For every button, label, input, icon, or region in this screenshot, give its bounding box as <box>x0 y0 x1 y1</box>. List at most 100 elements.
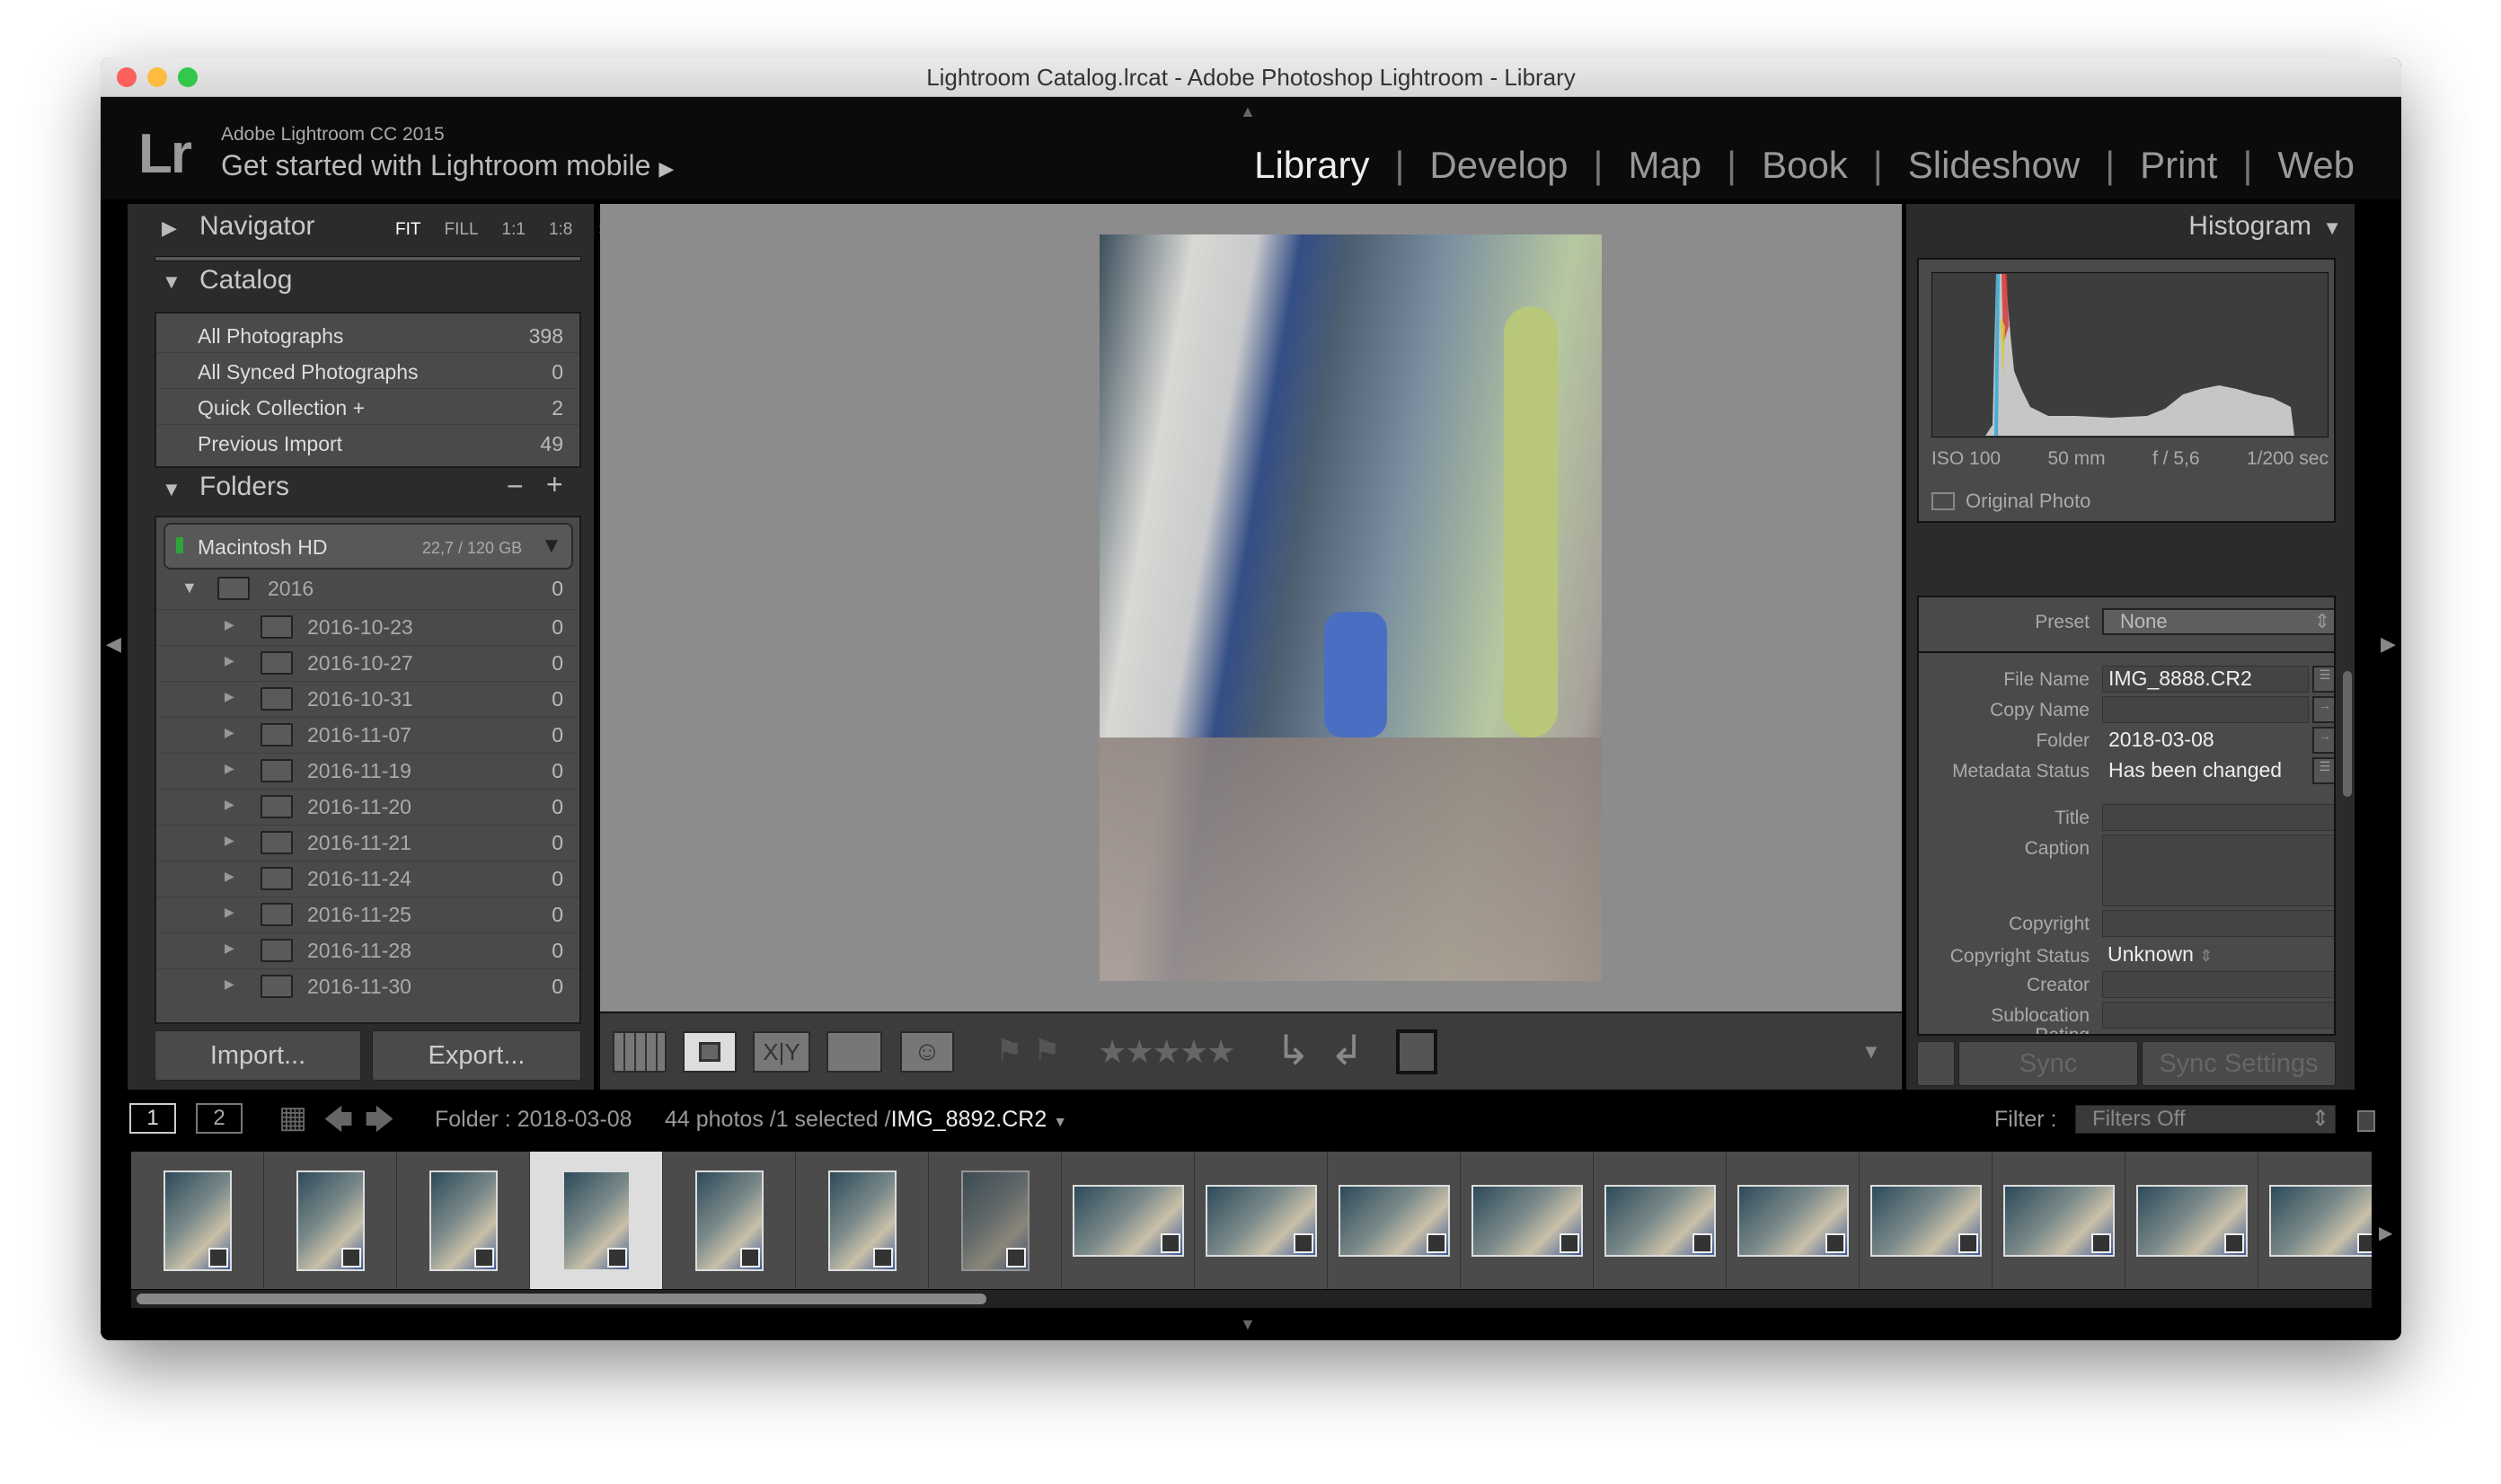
star-rating[interactable]: ★★★★★ <box>1098 1033 1235 1071</box>
expand-icon[interactable]: ▶ <box>225 797 234 812</box>
catalog-header[interactable]: Catalog <box>199 265 292 296</box>
module-slideshow[interactable]: Slideshow <box>1883 144 2105 187</box>
list-icon[interactable]: ☰ <box>2312 666 2334 693</box>
folder-2016[interactable]: ▼ 2016 0 <box>156 573 579 607</box>
folder-item[interactable]: ▶ 2016-11-24 0 <box>156 861 579 895</box>
filmstrip-thumbnail[interactable] <box>1461 1152 1594 1289</box>
creator-field[interactable] <box>2102 971 2334 998</box>
sync-button[interactable]: Sync <box>1958 1041 2138 1086</box>
original-photo-checkbox[interactable]: Original Photo <box>1931 490 2090 513</box>
expand-icon[interactable]: ▶ <box>225 653 234 668</box>
selection-info[interactable]: 44 photos /1 selected /IMG_8892.CR2 ▼ <box>665 1107 1067 1133</box>
grid-icon[interactable]: ▦ <box>278 1100 307 1135</box>
loupe-view-button[interactable] <box>683 1031 737 1073</box>
filmstrip-scroll-track[interactable] <box>131 1290 2372 1308</box>
navigator-header[interactable]: Navigator <box>199 211 314 242</box>
export-button[interactable]: Export... <box>372 1030 581 1081</box>
filmstrip-thumbnail[interactable] <box>1993 1152 2125 1289</box>
filmstrip-thumbnail[interactable] <box>1062 1152 1195 1289</box>
expand-icon[interactable]: ▶ <box>225 976 234 992</box>
filmstrip-thumbnail[interactable] <box>1195 1152 1328 1289</box>
catalog-item[interactable]: Previous Import 49 <box>156 427 579 461</box>
preset-select[interactable]: None ⇕ <box>2102 608 2334 635</box>
collapse-histogram-icon[interactable]: ▼ <box>2322 216 2342 240</box>
source-folder[interactable]: Folder : 2018-03-08 <box>435 1107 632 1133</box>
checkbox-icon[interactable] <box>1931 492 1955 510</box>
grid-view-button[interactable] <box>613 1031 667 1073</box>
sync-settings-button[interactable]: Sync Settings <box>2142 1041 2336 1086</box>
toolbar-menu-icon[interactable]: ▼ <box>1861 1040 1881 1064</box>
filmstrip-thumbnail[interactable] <box>264 1152 397 1289</box>
expand-icon[interactable]: ▶ <box>225 689 234 704</box>
expand-icon[interactable]: ▶ <box>225 761 234 776</box>
folder-item[interactable]: ▶ 2016-10-31 0 <box>156 681 579 715</box>
import-button[interactable]: Import... <box>155 1030 361 1081</box>
forward-arrow-icon[interactable]: 🡆 <box>365 1100 394 1148</box>
loupe-view[interactable] <box>600 204 1902 1011</box>
filmstrip-thumbnail-selected[interactable] <box>530 1152 663 1289</box>
filter-select[interactable]: Filters Off ⇕ <box>2075 1105 2336 1134</box>
metadata-field[interactable] <box>2102 696 2309 723</box>
zoom-1-8[interactable]: 1:8 <box>549 220 572 241</box>
remove-folder-button[interactable]: − <box>507 470 524 503</box>
filmstrip-thumbnail[interactable] <box>2125 1152 2258 1289</box>
copyright-status-select[interactable]: Unknown ⇕ <box>2108 942 2213 967</box>
go-to-arrow-icon[interactable]: → <box>2312 696 2334 723</box>
module-develop[interactable]: Develop <box>1404 144 1593 187</box>
folder-item[interactable]: ▶ 2016-11-07 0 <box>156 717 579 751</box>
title-field[interactable] <box>2102 804 2334 831</box>
sublocation-field[interactable] <box>2102 1002 2334 1029</box>
catalog-item[interactable]: All Photographs 398 <box>156 319 579 353</box>
metadata-field[interactable]: IMG_8888.CR2 <box>2102 666 2309 693</box>
folder-item[interactable]: ▶ 2016-11-25 0 <box>156 897 579 931</box>
sync-toggle[interactable] <box>1917 1041 1955 1086</box>
filmstrip-thumbnail[interactable] <box>1594 1152 1727 1289</box>
compare-view-button[interactable]: X|Y <box>753 1031 810 1073</box>
catalog-item[interactable]: All Synced Photographs 0 <box>156 355 579 389</box>
filmstrip-scrollbar[interactable] <box>137 1294 986 1304</box>
filmstrip-thumbnail[interactable] <box>397 1152 530 1289</box>
folder-item[interactable]: ▶ 2016-10-27 0 <box>156 645 579 679</box>
right-panel-toggle-icon[interactable]: ▶ <box>2381 632 2396 656</box>
expand-icon[interactable]: ▶ <box>225 617 234 632</box>
collapse-navigator-icon[interactable]: ▶ <box>162 216 177 240</box>
filmstrip-thumbnail[interactable] <box>2258 1152 2372 1289</box>
close-button[interactable] <box>117 67 137 87</box>
list-icon[interactable]: ☰ <box>2312 757 2334 784</box>
filmstrip-thumbnail[interactable] <box>663 1152 796 1289</box>
filter-lock-icon[interactable] <box>2357 1110 2375 1132</box>
folder-item[interactable]: ▶ 2016-11-20 0 <box>156 789 579 823</box>
filmstrip-thumbnail[interactable] <box>796 1152 929 1289</box>
filmstrip-thumbnail[interactable] <box>1727 1152 1860 1289</box>
people-view-button[interactable]: ☺ <box>900 1031 954 1073</box>
metadata-field[interactable]: Has been changed <box>2102 757 2309 784</box>
go-to-arrow-icon[interactable]: → <box>2312 727 2334 754</box>
module-print[interactable]: Print <box>2115 144 2242 187</box>
bottom-panel-toggle-icon[interactable]: ▼ <box>1240 1315 1256 1334</box>
expand-icon[interactable]: ▶ <box>225 869 234 884</box>
filmstrip-thumbnail[interactable] <box>1328 1152 1461 1289</box>
module-web[interactable]: Web <box>2252 144 2380 187</box>
flag-icon[interactable]: ⚑ <box>995 1033 1022 1069</box>
rotate-left-icon[interactable]: ↳ <box>1276 1026 1311 1074</box>
metadata-field[interactable]: 2018-03-08 <box>2102 727 2309 754</box>
add-folder-button[interactable]: + <box>546 468 563 501</box>
crop-people-icon[interactable] <box>1396 1029 1437 1074</box>
folders-header[interactable]: Folders <box>199 472 289 502</box>
module-library[interactable]: Library <box>1229 144 1394 187</box>
top-panel-toggle-icon[interactable]: ▲ <box>1240 102 1256 121</box>
copyright-field[interactable] <box>2102 910 2334 937</box>
folder-item[interactable]: ▶ 2016-11-28 0 <box>156 932 579 967</box>
reject-flag-icon[interactable]: ⚑ <box>1033 1033 1060 1069</box>
filmstrip-thumbnail[interactable] <box>131 1152 264 1289</box>
left-panel-toggle-icon[interactable]: ◀ <box>106 632 121 656</box>
module-map[interactable]: Map <box>1603 144 1727 187</box>
histogram-header[interactable]: Histogram <box>2188 211 2311 242</box>
folder-item[interactable]: ▶ 2016-11-30 0 <box>156 968 579 1003</box>
survey-view-button[interactable] <box>826 1031 882 1073</box>
zoom-fit[interactable]: FIT <box>395 220 421 241</box>
zoom-fill[interactable]: FILL <box>445 220 479 241</box>
right-panel-scrollbar[interactable] <box>2343 671 2352 797</box>
secondary-window-button[interactable]: 2 <box>196 1103 243 1134</box>
zoom-1-1[interactable]: 1:1 <box>502 220 526 241</box>
